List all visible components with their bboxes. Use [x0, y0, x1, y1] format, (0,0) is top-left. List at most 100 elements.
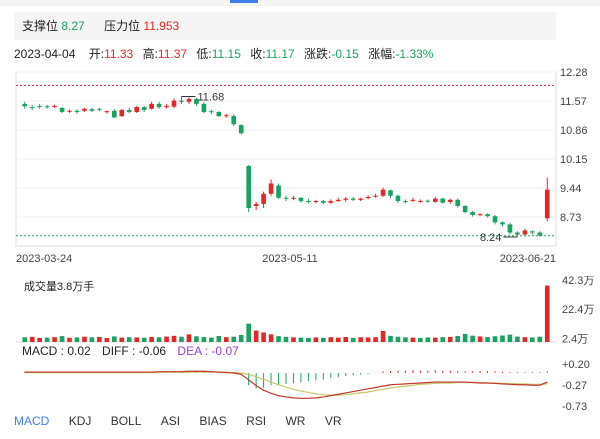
candle-body: [365, 196, 371, 198]
ohlc-info-row: 2023-04-04 开:11.33 高:11.37 低:11.15 收:11.…: [14, 44, 439, 64]
tab-kdj[interactable]: KDJ: [69, 414, 92, 428]
low-label: 低:: [196, 47, 212, 61]
volume-bar: [238, 334, 244, 342]
diff-label: DIFF :: [102, 344, 139, 358]
x-tick-label: 2023-05-11: [262, 253, 317, 265]
candle-body: [104, 111, 110, 113]
low-value: 11.15: [211, 47, 241, 61]
volume-bar: [470, 335, 475, 342]
high-label: 高:: [142, 47, 158, 61]
candle-body: [179, 100, 184, 102]
candle-body: [395, 195, 401, 202]
candle-body: [321, 201, 326, 203]
candle-body: [313, 201, 319, 203]
candle-body: [209, 111, 214, 113]
candle-body: [291, 197, 296, 199]
volume-bar: [268, 334, 274, 342]
candle-body: [156, 103, 162, 108]
macd-chart[interactable]: +0.20 -0.27 -0.73: [0, 358, 600, 414]
volume-y-tick-label: 42.3万: [562, 276, 594, 287]
candle-body: [149, 103, 154, 109]
volume-bar: [291, 337, 296, 342]
high-annotation: 11.68: [197, 92, 224, 104]
candle-body: [530, 231, 535, 233]
tab-wr[interactable]: WR: [285, 414, 305, 428]
candle-body: [186, 98, 192, 102]
volume-bar: [522, 337, 528, 342]
candle-body: [238, 125, 244, 134]
candle-body: [328, 201, 334, 203]
volume-bar: [425, 337, 431, 342]
candle-body: [44, 106, 50, 108]
volume-bar: [515, 336, 520, 342]
x-tick-label: 2023-06-21: [500, 253, 556, 265]
volume-bar: [440, 337, 446, 342]
volume-bar: [500, 335, 505, 342]
volume-bar: [216, 335, 222, 342]
volume-bar: [530, 337, 535, 342]
tab-bias[interactable]: BIAS: [199, 414, 226, 428]
y-tick-label: 10.15: [560, 154, 588, 166]
tab-rsi[interactable]: RSI: [246, 414, 266, 428]
volume-bar: [141, 337, 147, 342]
candlestick-chart[interactable]: 12.28 11.57 10.86 10.15 9.44 8.73 11.68 8.24 202…: [0, 66, 600, 272]
indicator-tabs: MACD KDJ BOLL ASI BIAS RSI WR VR: [0, 414, 342, 436]
volume-bar: [253, 330, 259, 342]
volume-bar: [432, 337, 438, 342]
volume-bar: [223, 337, 229, 342]
candle-body: [67, 110, 72, 112]
volume-bar: [410, 337, 416, 342]
volume-bar: [179, 336, 184, 342]
volume-bar: [209, 337, 214, 342]
volume-bar: [261, 332, 266, 342]
volume-bar: [507, 334, 513, 342]
tab-vr[interactable]: VR: [325, 414, 342, 428]
volume-chart[interactable]: 42.3万 22.4万 2.4万: [0, 276, 600, 344]
volume-bar: [111, 336, 117, 342]
x-tick-label: 2023-03-24: [16, 253, 72, 265]
volume-bar: [97, 337, 102, 342]
volume-y-tick-label: 2.4万: [562, 333, 588, 344]
candle-body: [455, 199, 461, 206]
high-value: 11.37: [157, 47, 188, 61]
candle-body: [253, 203, 259, 206]
candle-body: [425, 200, 431, 202]
volume-bar: [418, 337, 423, 342]
volume-bar: [134, 337, 140, 342]
close-value: 11.17: [265, 47, 295, 61]
candle-body: [268, 183, 274, 194]
candle-body: [134, 107, 140, 113]
open-label: 开:: [88, 47, 105, 61]
macd-label: MACD :: [22, 344, 68, 358]
y-tick-label: 11.57: [560, 96, 587, 108]
macd-y-tick-label: +0.20: [562, 359, 590, 371]
candle-body: [119, 109, 125, 117]
candle-body: [358, 198, 363, 200]
tab-macd[interactable]: MACD: [14, 414, 49, 428]
candle-body: [447, 199, 453, 202]
volume-bar: [104, 338, 110, 342]
candle-body: [111, 110, 117, 118]
candle-body: [37, 105, 42, 107]
resistance-label: 压力位: [104, 19, 141, 33]
candle-body: [283, 197, 289, 199]
candle-body: [29, 107, 35, 109]
candle-body: [544, 189, 550, 219]
volume-bar: [388, 335, 393, 342]
candle-body: [231, 116, 237, 125]
candle-body: [74, 110, 80, 113]
tab-asi[interactable]: ASI: [161, 414, 180, 428]
candle-body: [403, 201, 408, 203]
volume-bar: [298, 337, 304, 342]
volume-bar: [67, 337, 72, 342]
volume-bar: [149, 336, 154, 342]
volume-bar: [544, 285, 550, 342]
tab-boll[interactable]: BOLL: [111, 414, 142, 428]
volume-bar: [328, 337, 334, 342]
candle-body: [350, 198, 356, 200]
volume-bar: [126, 337, 132, 342]
volume-bar: [403, 337, 408, 342]
pct-value: -1.33%: [395, 47, 434, 61]
candle-body: [22, 103, 28, 107]
y-tick-label: 8.73: [560, 212, 581, 224]
